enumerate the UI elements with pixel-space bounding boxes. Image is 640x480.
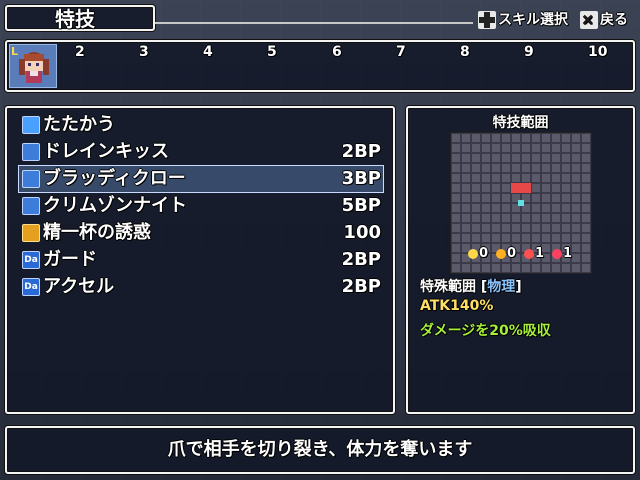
party-slot-10[interactable]: 10: [588, 44, 607, 60]
drain-effect: ダメージを20%吸収: [420, 323, 551, 339]
skill-row-attack[interactable]: たたかう: [19, 112, 383, 138]
orange-unit-icon: [496, 248, 506, 259]
atk-stat: ATK140%: [420, 298, 494, 314]
skill-cost: 100: [343, 222, 381, 243]
target-cell: [521, 183, 531, 193]
range-type-label: 特殊範囲: [420, 279, 476, 295]
page-title: 特技: [55, 7, 95, 31]
skill-name: アクセル: [43, 276, 115, 297]
party-slot-9[interactable]: 9: [524, 44, 534, 60]
range-title: 特技範囲: [492, 115, 549, 131]
range-marker-3: 1: [524, 246, 544, 261]
skill-select-hint[interactable]: スキル選択: [478, 8, 568, 32]
special-icon: [22, 224, 40, 242]
party-bar: L 2 3 4 5 6 7 8 9 10: [5, 40, 635, 92]
title-window: 特技: [5, 5, 155, 31]
skill-cost: 2BP: [341, 249, 381, 270]
party-slot-7[interactable]: 7: [396, 44, 406, 60]
range-marker-2: 0: [496, 246, 516, 261]
da-icon: Da: [22, 278, 40, 296]
yellow-unit-icon: [468, 248, 478, 259]
skill-list: たたかう ドレインキッス 2BP ブラッディクロー 3BP クリムゾンナイト 5…: [5, 106, 395, 414]
dpad-icon: [478, 11, 496, 29]
party-slot-5[interactable]: 5: [267, 44, 277, 60]
skill-cost: 2BP: [341, 141, 381, 162]
skill-row-guard[interactable]: Da ガード 2BP: [19, 247, 383, 273]
party-slot-6[interactable]: 6: [332, 44, 342, 60]
title-divider: [155, 22, 473, 24]
skill-cost: 2BP: [341, 276, 381, 297]
skill-icon: [22, 197, 40, 215]
character-portrait[interactable]: L: [9, 44, 57, 88]
skill-name: ドレインキッス: [43, 141, 169, 162]
party-slot-2[interactable]: 2: [75, 44, 85, 60]
skill-select-label: スキル選択: [498, 12, 568, 28]
skill-row-crimson-knight[interactable]: クリムゾンナイト 5BP: [19, 193, 383, 219]
skill-name: クリムゾンナイト: [43, 195, 187, 216]
back-label: 戻る: [600, 12, 628, 28]
sword-icon: [22, 116, 40, 134]
skill-cost: 5BP: [341, 195, 381, 216]
skill-row-bloody-claw[interactable]: ブラッディクロー 3BP: [18, 165, 384, 193]
red-unit-icon: [552, 248, 562, 259]
attack-type-tag: 物理: [487, 279, 516, 295]
party-slot-3[interactable]: 3: [139, 44, 149, 60]
party-slot-8[interactable]: 8: [460, 44, 470, 60]
range-marker-1: 0: [468, 246, 488, 261]
skill-row-temptation[interactable]: 精一杯の誘惑 100: [19, 220, 383, 246]
back-hint[interactable]: 戻る: [580, 8, 628, 33]
skill-name: ガード: [43, 249, 97, 270]
user-cell: [518, 200, 524, 206]
skill-cost: 3BP: [341, 168, 381, 189]
skill-name: 精一杯の誘惑: [43, 222, 151, 243]
skill-name: ブラッディクロー: [43, 168, 186, 189]
description-window: 爪で相手を切り裂き、体力を奪います: [5, 426, 635, 474]
skill-icon: [22, 170, 40, 188]
skill-row-drain-kiss[interactable]: ドレインキッス 2BP: [19, 139, 383, 165]
range-type: 特殊範囲 [物理]: [420, 279, 522, 295]
skill-description: 爪で相手を切り裂き、体力を奪います: [167, 439, 473, 460]
skill-row-accel[interactable]: Da アクセル 2BP: [19, 274, 383, 300]
leader-badge: L: [11, 45, 19, 58]
skill-icon: [22, 143, 40, 161]
range-marker-4: 1: [552, 246, 572, 261]
x-button-icon: [580, 9, 598, 33]
skill-name: たたかう: [43, 114, 115, 135]
red-unit-icon: [524, 248, 534, 259]
da-icon: Da: [22, 251, 40, 269]
party-slot-4[interactable]: 4: [203, 44, 213, 60]
range-panel: 特技範囲 0 0 1 1 特殊範囲 [物理] ATK140% ダメージを20%吸…: [406, 106, 635, 414]
target-cell: [511, 183, 521, 193]
